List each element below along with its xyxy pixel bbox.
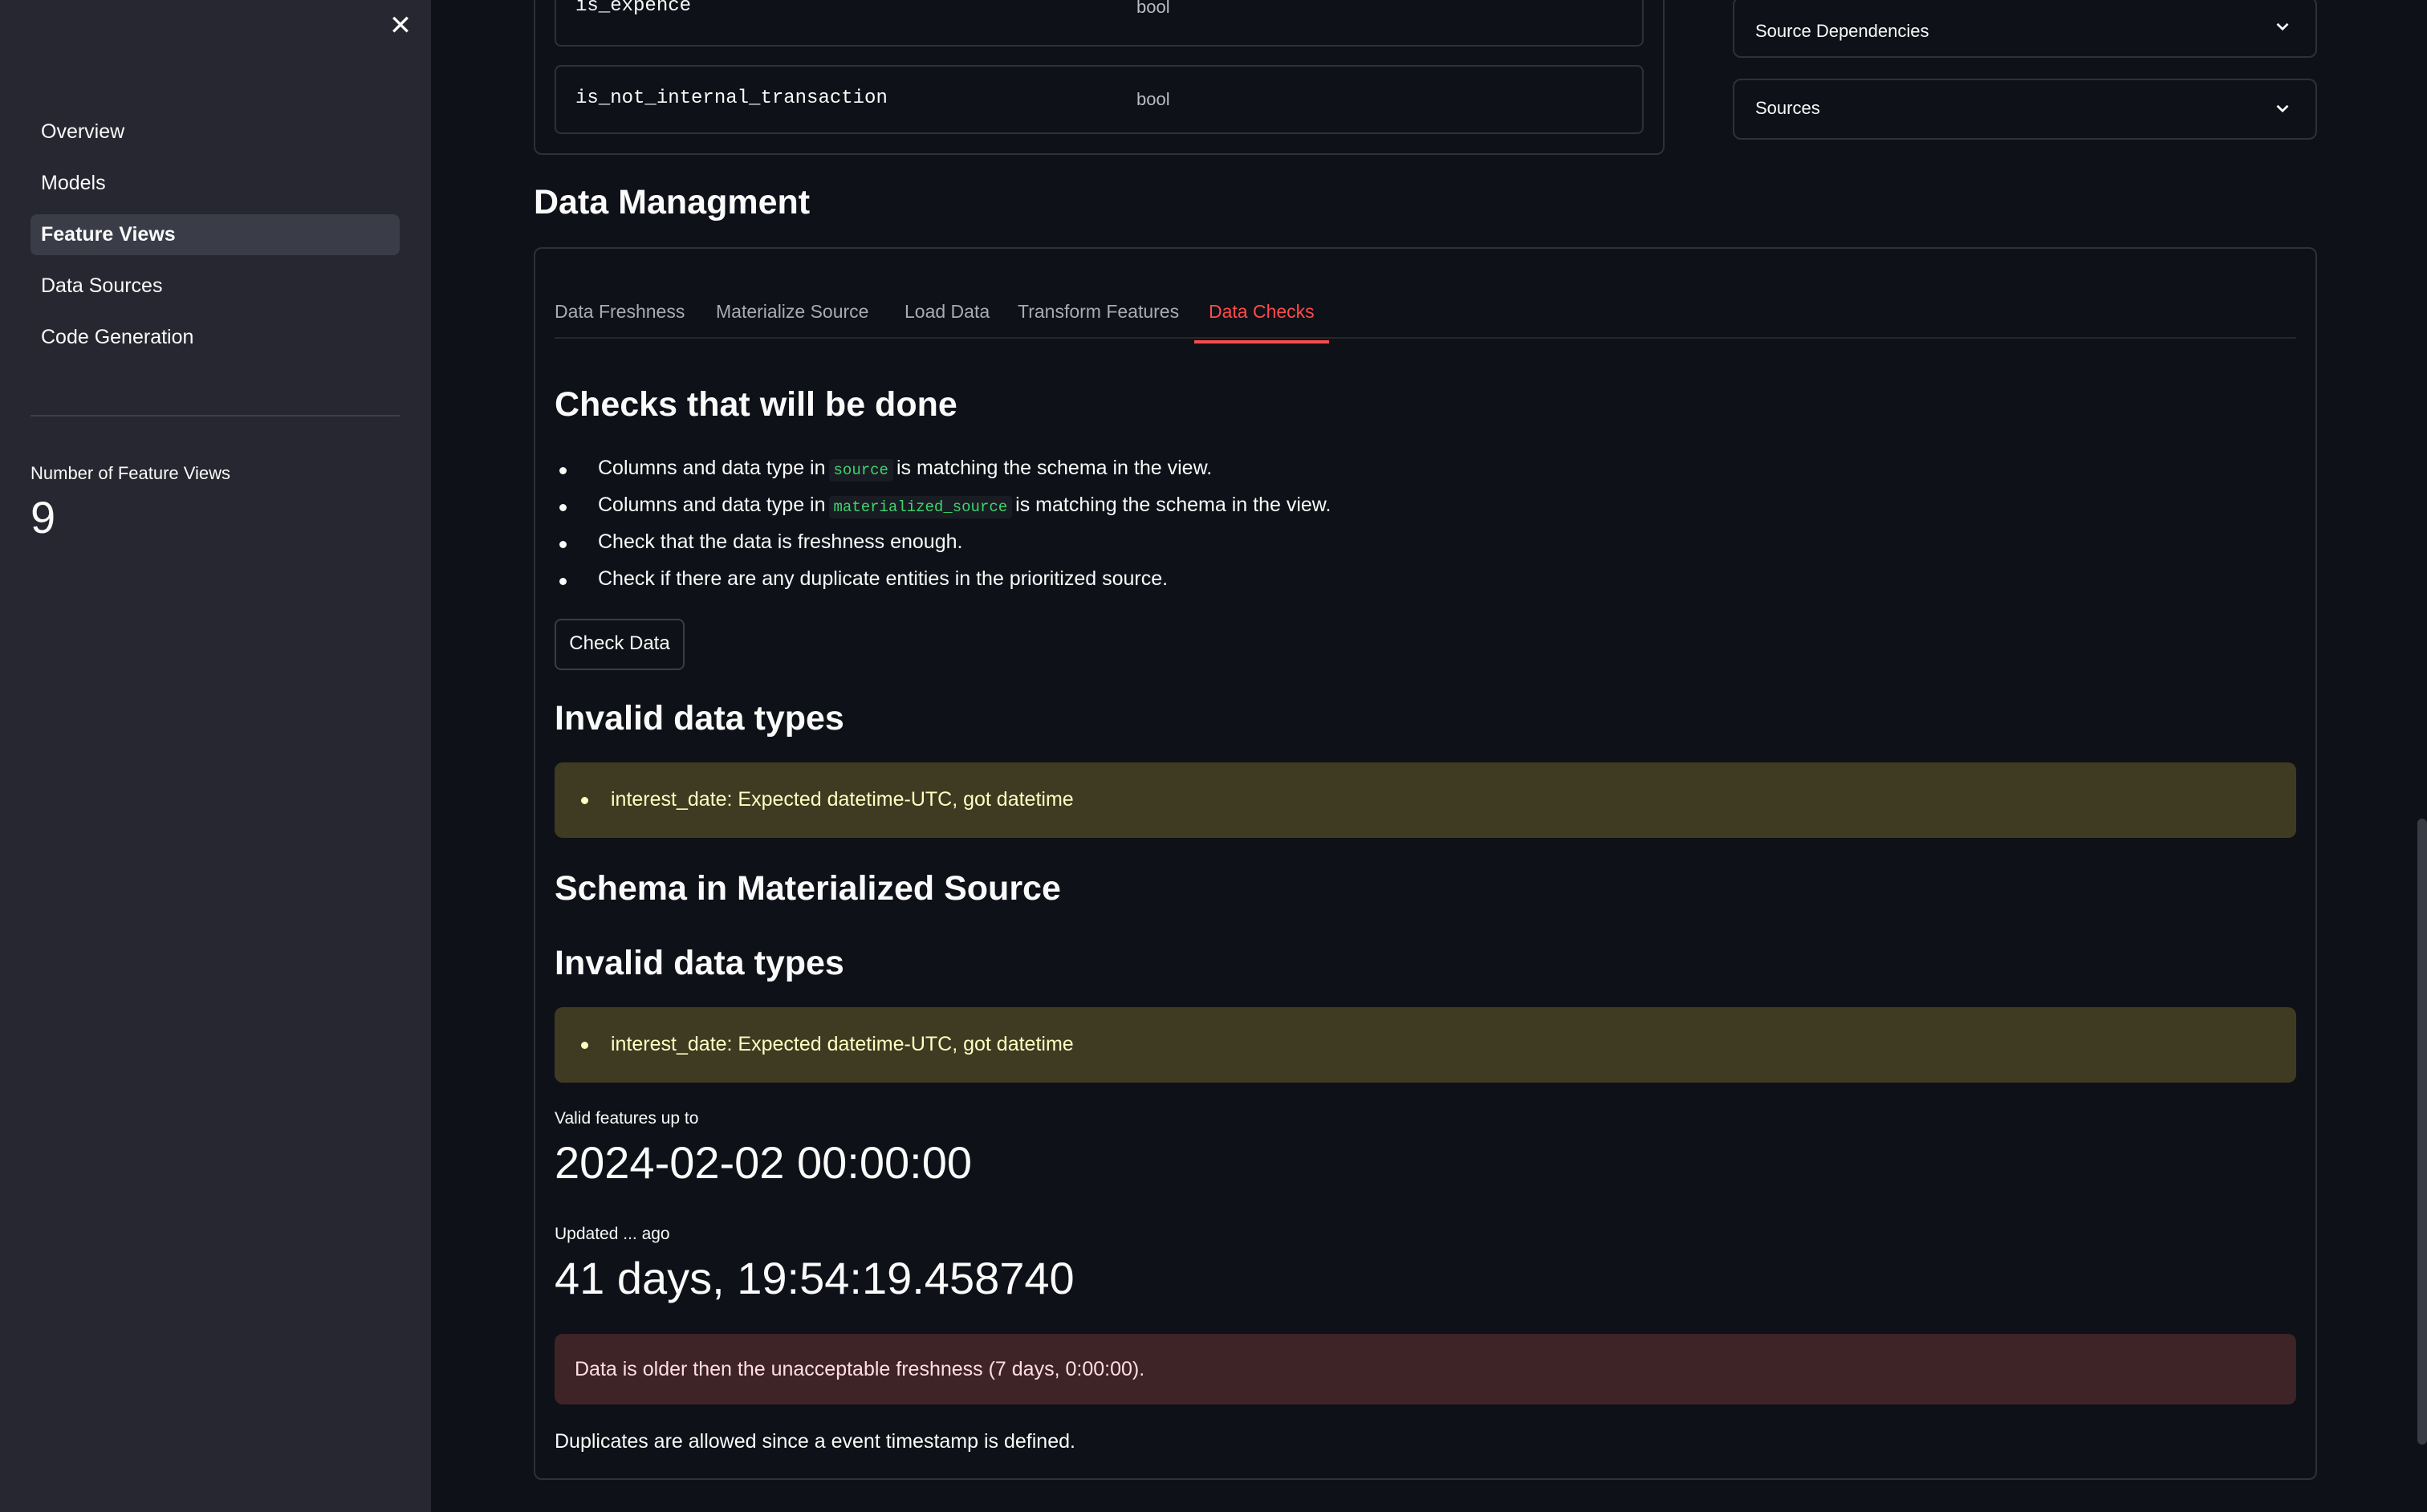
- updated-value: 41 days, 19:54:19.458740: [555, 1253, 1075, 1303]
- metric-label: Number of Feature Views: [30, 463, 231, 483]
- chevron-down-icon: [2276, 22, 2289, 31]
- check-text: Columns and data type in: [598, 457, 826, 479]
- schema-field-name: is_expence: [575, 0, 692, 17]
- bullet-dot: [581, 797, 588, 804]
- inline-code: source: [828, 459, 893, 482]
- check-text: Check if there are any duplicate entitie…: [598, 567, 1169, 590]
- schema-field-name: is_not_internal_transaction: [575, 87, 888, 109]
- check-item: Check if there are any duplicate entitie…: [559, 567, 1169, 591]
- chevron-down-icon: [2276, 104, 2289, 113]
- scrollbar[interactable]: [2417, 819, 2427, 1445]
- sources-expander[interactable]: Sources: [1733, 79, 2317, 140]
- source-dependencies-expander[interactable]: Source Dependencies: [1733, 0, 2317, 58]
- section-title: Data Managment: [534, 183, 811, 222]
- checks-heading: Checks that will be done: [555, 385, 957, 424]
- schema-field-type: bool: [1136, 89, 1170, 109]
- valid-features-value: 2024-02-02 00:00:00: [555, 1137, 972, 1188]
- check-item: Check that the data is freshness enough.: [559, 530, 963, 554]
- check-item: Columns and data type in materialized_sou…: [559, 494, 1331, 518]
- sidebar: ✕ Overview Models Feature Views Data Sou…: [0, 0, 431, 1512]
- schema-row: is_expence bool: [555, 0, 1644, 47]
- tab-materialize-source[interactable]: Materialize Source: [716, 287, 868, 340]
- bullet-dot: [581, 1042, 588, 1049]
- sidebar-item-feature-views[interactable]: Feature Views: [30, 214, 400, 255]
- expander-label: Sources: [1755, 98, 1820, 118]
- check-item: Columns and data type in source is matchin…: [559, 457, 1213, 482]
- check-data-button[interactable]: Check Data: [555, 619, 685, 670]
- sidebar-item-code-generation[interactable]: Code Generation: [30, 317, 400, 358]
- tab-data-checks[interactable]: Data Checks: [1194, 287, 1329, 343]
- sidebar-divider: [30, 415, 400, 417]
- expander-label: Source Dependencies: [1755, 21, 1929, 41]
- error-text: Data is older then the unacceptable fres…: [575, 1358, 1145, 1380]
- sidebar-item-overview[interactable]: Overview: [30, 112, 400, 152]
- close-icon[interactable]: ✕: [388, 11, 413, 40]
- warning-box: interest_date: Expected datetime-UTC, go…: [555, 1007, 2296, 1083]
- schema-field-type: bool: [1136, 0, 1170, 17]
- sidebar-nav: Overview Models Feature Views Data Sourc…: [30, 112, 400, 368]
- warning-text: interest_date: Expected datetime-UTC, go…: [611, 788, 1074, 811]
- check-text: Check that the data is freshness enough.: [598, 530, 963, 553]
- metric-value: 9: [30, 492, 56, 543]
- invalid-types-heading: Invalid data types: [555, 699, 844, 738]
- schema-materialized-heading: Schema in Materialized Source: [555, 869, 1061, 908]
- check-text-suffix: is matching the schema in the view.: [1015, 494, 1331, 516]
- valid-features-label: Valid features up to: [555, 1109, 699, 1128]
- schema-row: is_not_internal_transaction bool: [555, 65, 1644, 134]
- tab-divider: [555, 337, 2296, 339]
- warning-box: interest_date: Expected datetime-UTC, go…: [555, 762, 2296, 838]
- invalid-types-heading: Invalid data types: [555, 944, 844, 982]
- main-content: is_expence bool is_not_internal_transact…: [431, 0, 2427, 1512]
- sidebar-item-models[interactable]: Models: [30, 163, 400, 204]
- inline-code: materialized_source: [828, 496, 1013, 518]
- updated-label: Updated ... ago: [555, 1225, 670, 1243]
- warning-text: interest_date: Expected datetime-UTC, go…: [611, 1033, 1074, 1055]
- schema-container: is_expence bool is_not_internal_transact…: [534, 0, 1665, 155]
- check-text-suffix: is matching the schema in the view.: [896, 457, 1213, 479]
- error-box: Data is older then the unacceptable fres…: [555, 1334, 2296, 1404]
- tab-load-data[interactable]: Load Data: [905, 287, 990, 340]
- duplicates-text: Duplicates are allowed since a event tim…: [555, 1430, 1075, 1453]
- check-text: Columns and data type in: [598, 494, 826, 516]
- data-management-container: Data Freshness Materialize Source Load D…: [534, 247, 2317, 1480]
- tab-transform-features[interactable]: Transform Features: [1018, 287, 1179, 340]
- tab-data-freshness[interactable]: Data Freshness: [555, 287, 685, 340]
- sidebar-item-data-sources[interactable]: Data Sources: [30, 266, 400, 307]
